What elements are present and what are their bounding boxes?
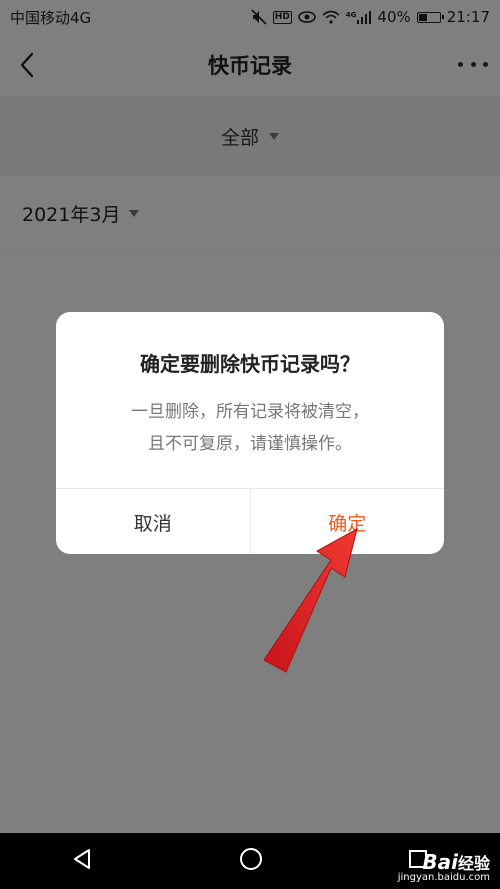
- watermark-logo-suffix: 经验: [457, 854, 490, 873]
- confirm-button[interactable]: 确定: [251, 489, 445, 554]
- watermark-logo: Bai: [422, 850, 458, 874]
- dialog-message-line: 且不可复原，请谨慎操作。: [148, 434, 352, 454]
- baidu-jingyan-watermark: Bai经验 jingyan.baidu.com: [397, 852, 490, 883]
- watermark-url: jingyan.baidu.com: [397, 872, 490, 883]
- dialog-title: 确定要删除快币记录吗？: [140, 352, 360, 376]
- dialog-actions: 取消 确定: [56, 488, 444, 554]
- back-triangle-icon[interactable]: [71, 847, 95, 875]
- dialog-message: 一旦删除，所有记录将被清空， 且不可复原，请谨慎操作。: [56, 396, 444, 460]
- dialog-message-line: 一旦删除，所有记录将被清空，: [131, 402, 369, 422]
- delete-confirm-dialog: 确定要删除快币记录吗？ 一旦删除，所有记录将被清空， 且不可复原，请谨慎操作。 …: [56, 312, 444, 554]
- home-circle-icon[interactable]: [238, 846, 264, 876]
- cancel-button[interactable]: 取消: [56, 489, 251, 554]
